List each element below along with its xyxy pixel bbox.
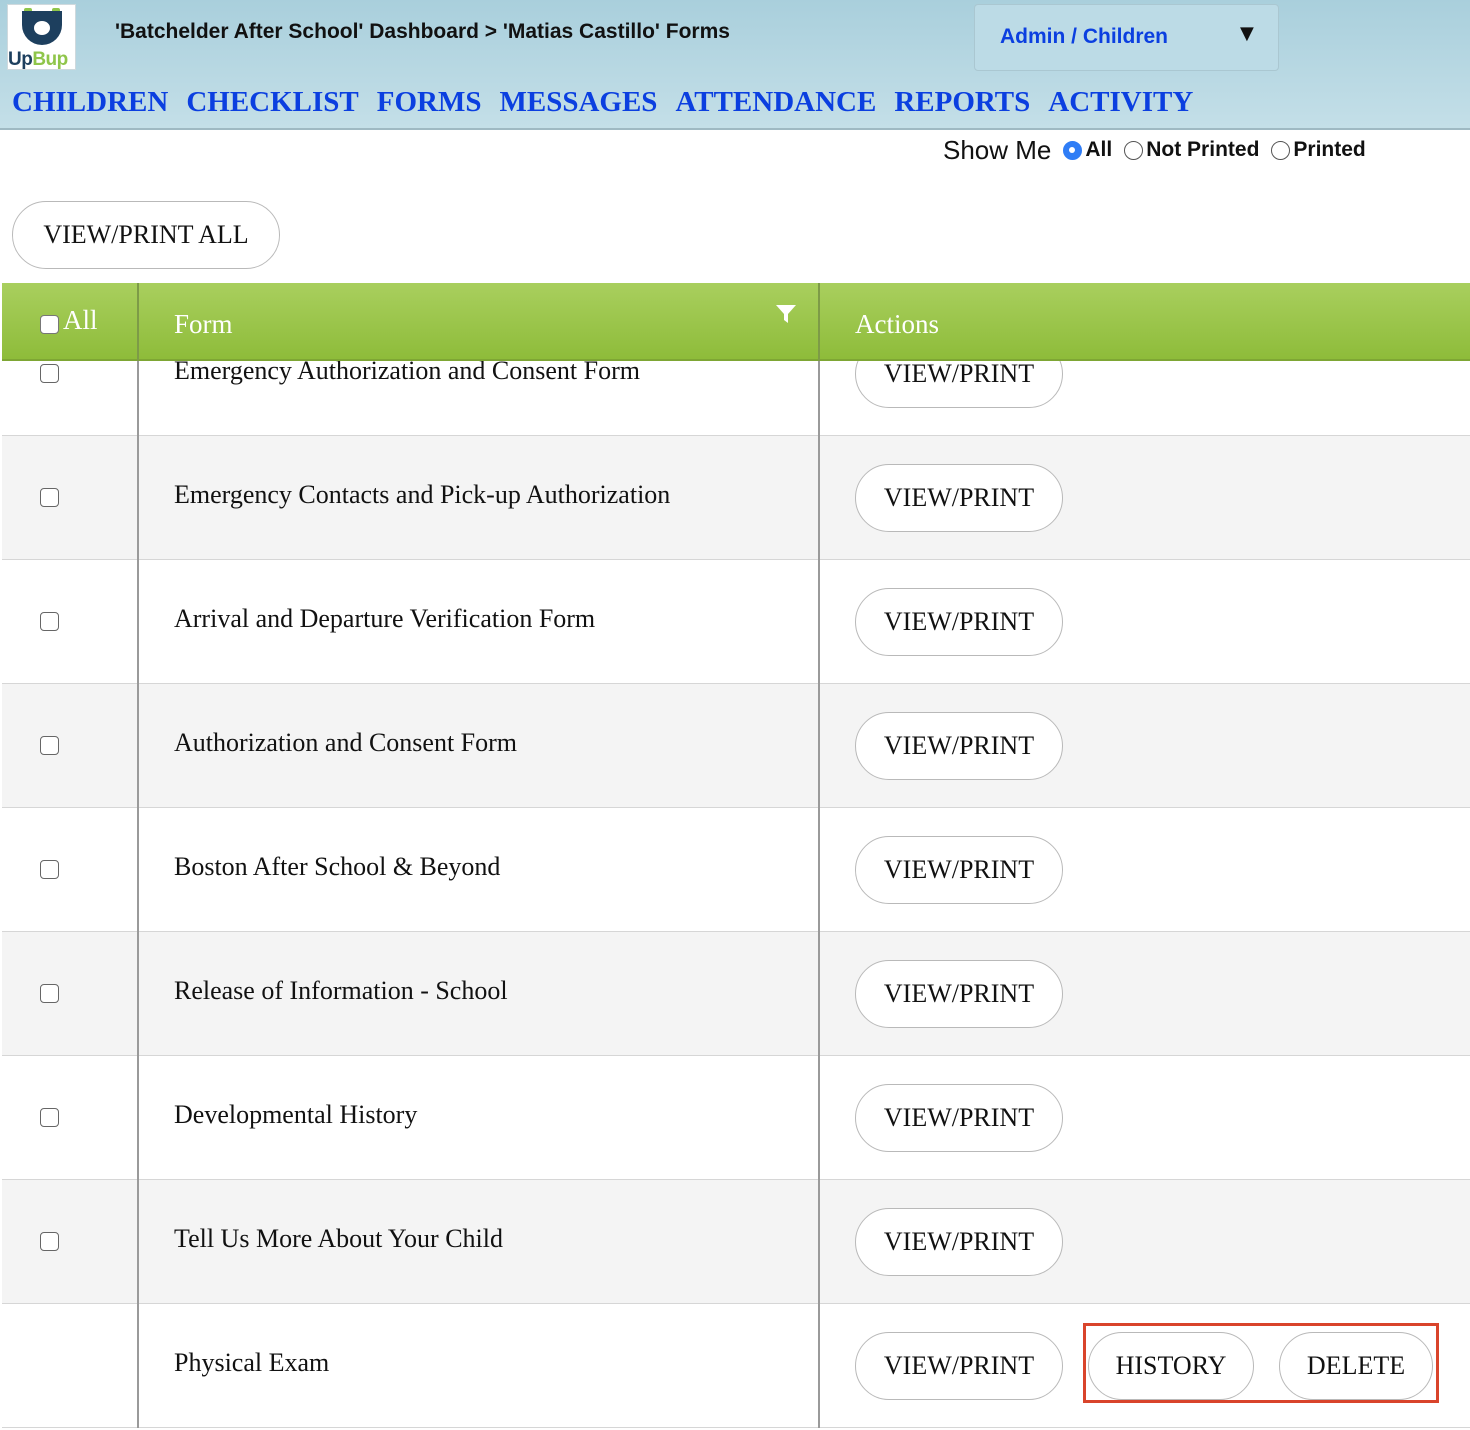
caret-down-icon[interactable]: ▼ [1240, 23, 1254, 44]
filter-option-not-printed[interactable]: Not Printed [1124, 138, 1259, 162]
logo-text: UpBup [8, 49, 68, 70]
form-name[interactable]: Emergency Contacts and Pick-up Authoriza… [174, 480, 670, 510]
view-print-button[interactable]: VIEW/PRINT [855, 588, 1063, 656]
radio-printed[interactable] [1271, 140, 1291, 160]
breadcrumb: 'Batchelder After School' Dashboard > 'M… [115, 20, 730, 43]
form-column-label: Form [174, 309, 233, 339]
view-print-button[interactable]: VIEW/PRINT [855, 1208, 1063, 1276]
row-checkbox[interactable] [40, 1232, 59, 1251]
select-all-label: All [63, 305, 98, 335]
form-name[interactable]: Tell Us More About Your Child [174, 1224, 503, 1254]
actions-column-label: Actions [855, 309, 939, 339]
nav-forms[interactable]: FORMS [377, 84, 482, 124]
row-select-cell [2, 1304, 139, 1428]
app-header: UpBup 'Batchelder After School' Dashboar… [0, 0, 1470, 130]
table-header: All Form Actions [2, 283, 1470, 361]
row-select-cell [2, 1180, 139, 1304]
filter-funnel-icon[interactable] [775, 303, 797, 325]
main-nav: CHILDREN CHECKLIST FORMS MESSAGES ATTEND… [12, 84, 1211, 124]
view-print-button[interactable]: VIEW/PRINT [855, 464, 1063, 532]
upbup-logo[interactable]: UpBup [7, 4, 76, 70]
row-checkbox[interactable] [40, 860, 59, 879]
form-name[interactable]: Authorization and Consent Form [174, 728, 517, 758]
view-print-all-button[interactable]: VIEW/PRINT ALL [12, 201, 280, 269]
filter-option-all[interactable]: All [1063, 138, 1112, 162]
row-form-cell: Physical Exam [139, 1304, 820, 1428]
header-actions: Actions [820, 283, 1470, 361]
show-me-filter: Show Me All Not Printed Printed [943, 132, 1378, 168]
role-select-value: Admin / Children [1000, 25, 1168, 48]
row-form-cell: Emergency Contacts and Pick-up Authoriza… [139, 436, 820, 560]
table-row: Authorization and Consent Form VIEW/PRIN… [2, 684, 1470, 808]
row-form-cell: Arrival and Departure Verification Form [139, 560, 820, 684]
highlight-annotation [1083, 1323, 1439, 1403]
nav-messages[interactable]: MESSAGES [499, 84, 657, 124]
nav-checklist[interactable]: CHECKLIST [186, 84, 358, 124]
view-print-button[interactable]: VIEW/PRINT [855, 1084, 1063, 1152]
view-print-button[interactable]: VIEW/PRINT [855, 836, 1063, 904]
radio-not-printed[interactable] [1124, 140, 1144, 160]
filter-option-printed[interactable]: Printed [1271, 138, 1366, 162]
radio-not-printed-label: Not Printed [1146, 138, 1260, 161]
view-print-button[interactable]: VIEW/PRINT [855, 1332, 1063, 1400]
row-select-cell [2, 1056, 139, 1180]
header-form: Form [139, 283, 820, 361]
form-name[interactable]: Boston After School & Beyond [174, 852, 500, 882]
row-select-cell [2, 560, 139, 684]
row-checkbox[interactable] [40, 984, 59, 1003]
row-checkbox[interactable] [40, 736, 59, 755]
form-name[interactable]: Developmental History [174, 1100, 417, 1130]
row-select-cell [2, 808, 139, 932]
table-row: Emergency Contacts and Pick-up Authoriza… [2, 436, 1470, 560]
row-select-cell [2, 684, 139, 808]
logo-mark-icon [22, 11, 62, 45]
table-row: Tell Us More About Your Child VIEW/PRINT [2, 1180, 1470, 1304]
table-row: Boston After School & Beyond VIEW/PRINT [2, 808, 1470, 932]
view-print-button[interactable]: VIEW/PRINT [855, 712, 1063, 780]
radio-all-label: All [1085, 138, 1113, 161]
row-form-cell: Tell Us More About Your Child [139, 1180, 820, 1304]
form-name[interactable]: Release of Information - School [174, 976, 508, 1006]
radio-all[interactable] [1063, 140, 1083, 160]
show-me-label: Show Me [943, 134, 1052, 165]
form-name[interactable]: Physical Exam [174, 1348, 329, 1378]
nav-reports[interactable]: REPORTS [894, 84, 1030, 124]
row-form-cell: Developmental History [139, 1056, 820, 1180]
row-select-cell [2, 436, 139, 560]
nav-activity[interactable]: ACTIVITY [1048, 84, 1193, 124]
row-checkbox[interactable] [40, 364, 59, 383]
row-checkbox[interactable] [40, 488, 59, 507]
row-checkbox[interactable] [40, 1108, 59, 1127]
row-form-cell: Authorization and Consent Form [139, 684, 820, 808]
form-name[interactable]: Arrival and Departure Verification Form [174, 604, 595, 634]
row-form-cell: Release of Information - School [139, 932, 820, 1056]
table-row: Developmental History VIEW/PRINT [2, 1056, 1470, 1180]
table-row: Arrival and Departure Verification Form … [2, 560, 1470, 684]
role-select[interactable]: Admin / Children ▼ [974, 4, 1279, 71]
row-form-cell: Boston After School & Beyond [139, 808, 820, 932]
forms-table: All Form Actions Emergency Authorization… [2, 283, 1470, 1430]
radio-printed-label: Printed [1293, 138, 1366, 161]
row-select-cell [2, 932, 139, 1056]
view-print-button[interactable]: VIEW/PRINT [855, 960, 1063, 1028]
nav-attendance[interactable]: ATTENDANCE [675, 84, 876, 124]
row-checkbox[interactable] [40, 612, 59, 631]
select-all-checkbox[interactable] [40, 315, 59, 334]
nav-children[interactable]: CHILDREN [12, 84, 168, 124]
header-select-all: All [2, 283, 139, 361]
table-row: Release of Information - School VIEW/PRI… [2, 932, 1470, 1056]
